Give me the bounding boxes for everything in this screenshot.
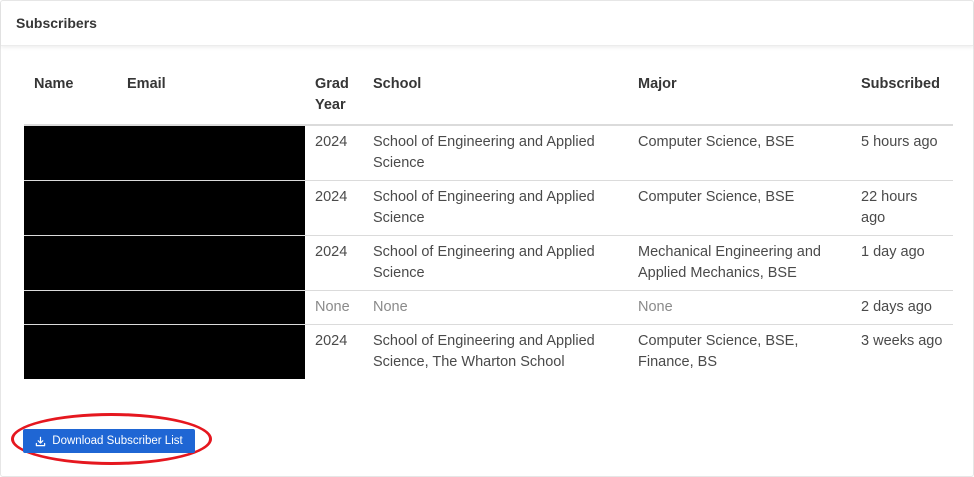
cell-school: None (363, 290, 628, 325)
download-button-label: Download Subscriber List (52, 435, 183, 447)
cell-grad-year: 2024 (305, 180, 363, 236)
subscribers-card: Subscribers Name Email Grad Year School … (0, 0, 974, 477)
table-row: 2024 School of Engineering and Applied S… (24, 235, 953, 291)
cell-grad-year: 2024 (305, 235, 363, 291)
cell-subscribed: 5 hours ago (851, 125, 953, 181)
cell-school: School of Engineering and Applied Scienc… (373, 333, 595, 370)
cell-school: School of Engineering and Applied Scienc… (363, 125, 628, 181)
header-email[interactable]: Email (117, 67, 305, 126)
cell-subscribed: 2 days ago (851, 290, 953, 325)
cell-major: Mechanical Engineering and Applied Mecha… (628, 235, 851, 291)
header-grad-year[interactable]: Grad Year (305, 67, 363, 126)
table-row: 2024 School of Engineering and Applied S… (24, 125, 953, 181)
redacted-name-email (24, 324, 305, 379)
header-school[interactable]: School (363, 67, 628, 126)
table-header-row: Name Email Grad Year School Major Subscr… (24, 67, 953, 126)
cell-grad-year: 2024 (315, 333, 348, 349)
header-subscribed[interactable]: Subscribed (851, 67, 953, 126)
table-row: 2024 School of Engineering and Applied S… (24, 180, 953, 236)
redacted-name-email (24, 290, 305, 325)
subscribers-table: Name Email Grad Year School Major Subscr… (24, 67, 953, 379)
header-name[interactable]: Name (24, 67, 117, 126)
redacted-name-email (24, 180, 305, 236)
cell-school: School of Engineering and Applied Scienc… (363, 180, 628, 236)
download-icon (35, 436, 46, 447)
redacted-name-email (24, 235, 305, 291)
cell-major: Computer Science, BSE (628, 125, 851, 181)
cell-grad-year: 2024 (305, 125, 363, 181)
cell-subscribed: 3 weeks ago (861, 333, 943, 349)
cell-subscribed: 1 day ago (851, 235, 953, 291)
cell-major: Computer Science, BSE, Finance, BS (638, 333, 799, 370)
table-row: None None None 2 days ago (24, 290, 953, 325)
header-major[interactable]: Major (628, 67, 851, 126)
redacted-name-email (24, 125, 305, 181)
cell-grad-year: None (305, 290, 363, 325)
card-header: Subscribers (1, 1, 973, 46)
card-title: Subscribers (16, 15, 97, 31)
cell-school: School of Engineering and Applied Scienc… (363, 235, 628, 291)
cell-major: None (628, 290, 851, 325)
cell-subscribed: 22 hours ago (851, 180, 953, 236)
cell-major: Computer Science, BSE (628, 180, 851, 236)
download-subscriber-list-button[interactable]: Download Subscriber List (23, 429, 195, 453)
table-row: 2024 School of Engineering and Applied S… (24, 324, 953, 379)
